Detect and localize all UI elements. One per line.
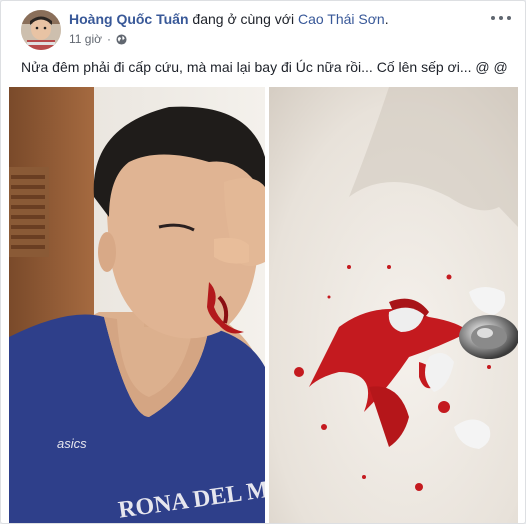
tagged-friend[interactable]: Cao Thái Sơn — [298, 11, 385, 27]
with-text: đang ở cùng với — [192, 11, 295, 27]
post-text: Nửa đêm phải đi cấp cứu, mà mai lại bay … — [21, 59, 508, 75]
more-options-icon[interactable] — [491, 11, 511, 25]
feed-post: Hoàng Quốc Tuấn đang ở cùng với Cao Thái… — [0, 0, 526, 524]
photo-injured-man[interactable]: asics RONA DEL MAR — [9, 87, 265, 523]
photo-grid: asics RONA DEL MAR — [9, 87, 518, 523]
author-avatar[interactable] — [21, 10, 61, 50]
meta-separator: · — [107, 32, 111, 46]
post-header: Hoàng Quốc Tuấn đang ở cùng với Cao Thái… — [69, 11, 389, 27]
post-meta: 11 giờ · — [69, 32, 127, 46]
shirt-text-asics: asics — [57, 436, 87, 451]
post-time[interactable]: 11 giờ — [69, 32, 102, 46]
header-period: . — [384, 11, 389, 27]
photo-blood-sink[interactable] — [269, 87, 518, 523]
globe-icon[interactable] — [116, 33, 127, 45]
author-name[interactable]: Hoàng Quốc Tuấn — [69, 11, 189, 27]
